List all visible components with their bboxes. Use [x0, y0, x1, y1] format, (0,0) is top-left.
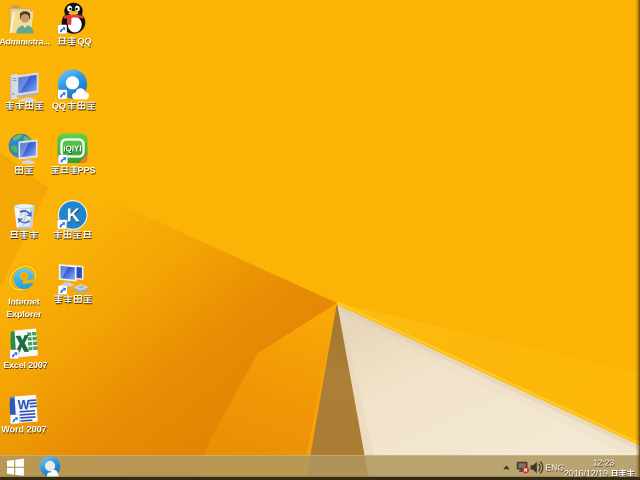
svg-text:ENG: ENG [546, 464, 565, 473]
svg-text:iQIYI: iQIYI [63, 144, 81, 153]
svg-text:Explorer: Explorer [7, 309, 43, 319]
svg-text:Word 2007: Word 2007 [1, 425, 46, 435]
svg-text:W: W [18, 398, 30, 412]
svg-text:QQ: QQ [77, 37, 91, 47]
svg-text:PPS: PPS [77, 166, 95, 176]
svg-text:Internet: Internet [8, 297, 40, 307]
svg-text:Excel 2007: Excel 2007 [4, 360, 48, 370]
svg-text:Administra...: Administra... [0, 37, 50, 47]
svg-text:QQ: QQ [52, 101, 66, 111]
svg-text:12:23: 12:23 [593, 457, 615, 467]
svg-text:K: K [67, 206, 80, 226]
